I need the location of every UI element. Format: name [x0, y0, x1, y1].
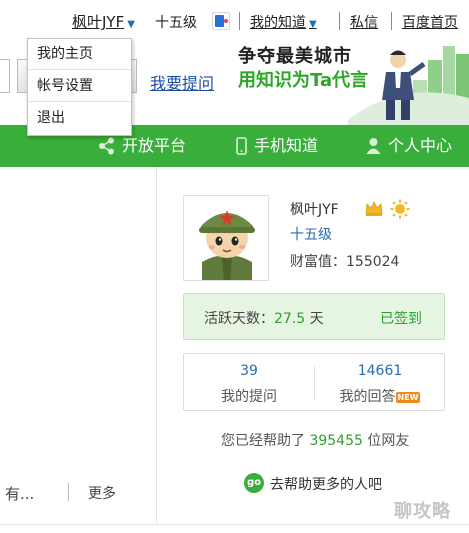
helped-count: 395455 — [309, 433, 363, 449]
ask-question-link[interactable]: 我要提问 — [150, 70, 214, 94]
menu-item-logout[interactable]: 退出 — [28, 103, 131, 134]
profile-level-link[interactable]: 十五级 — [290, 224, 332, 244]
banner-headline: 争夺最美城市 — [238, 46, 352, 67]
divider — [339, 12, 340, 30]
crown-icon — [365, 201, 383, 216]
user-dropdown-menu: 我的主页 帐号设置 退出 — [27, 38, 132, 136]
mobile-phone-icon — [236, 137, 247, 155]
promo-banner[interactable]: 争夺最美城市 用知识为Ta代言 — [228, 40, 469, 125]
avatar[interactable] — [183, 195, 269, 281]
my-knowledge-label[interactable]: 我的知道 — [250, 15, 306, 31]
divider — [68, 483, 69, 501]
soldier-avatar-image — [199, 210, 255, 280]
active-days: 活跃天数：27.5 天 — [204, 308, 324, 328]
divider — [391, 12, 392, 30]
baidu-home-link[interactable]: 百度首页 — [402, 12, 458, 32]
wealth-label: 财富值： — [290, 254, 346, 270]
divider — [0, 524, 469, 525]
more-link[interactable]: 更多 — [88, 483, 116, 503]
checked-in-status[interactable]: 已签到 — [380, 308, 422, 328]
profile-name: 枫叶JYF — [290, 202, 339, 218]
person-icon — [366, 138, 381, 154]
help-more-link[interactable]: 去帮助更多的人吧 — [270, 474, 382, 494]
go-icon[interactable]: go — [244, 473, 264, 493]
user-level: 十五级 — [155, 15, 197, 31]
activity-panel: 活跃天数：27.5 天 已签到 — [183, 293, 445, 340]
sun-icon — [390, 199, 410, 219]
active-days-value: 27.5 — [274, 311, 306, 327]
top-bar: 枫叶JYF ▼ 十五级 我的知道 ▼ 私信 百度首页 — [0, 0, 469, 40]
active-days-unit: 天 — [309, 311, 324, 327]
questions-count[interactable]: 39 — [184, 363, 314, 379]
banner-subline: 用知识为Ta代言 — [238, 70, 369, 91]
chevron-down-icon[interactable]: ▼ — [127, 19, 135, 30]
profile-wealth: 财富值：155024 — [290, 251, 399, 271]
truncated-item[interactable]: 有... — [5, 483, 34, 504]
nav-personal-center[interactable]: 个人中心 — [388, 125, 452, 167]
menu-item-account-settings[interactable]: 帐号设置 — [28, 71, 131, 102]
search-input[interactable] — [0, 59, 10, 93]
my-knowledge-menu[interactable]: 我的知道 ▼ — [250, 12, 317, 32]
wealth-value: 155024 — [346, 254, 400, 270]
chevron-down-icon[interactable]: ▼ — [309, 19, 317, 30]
stats-panel: 39 我的提问 14661 我的回答 NEW — [183, 353, 445, 411]
new-badge: NEW — [395, 391, 421, 403]
helped-summary: 您已经帮助了 395455 位网友 — [221, 430, 409, 450]
username-menu[interactable]: 枫叶JYF ▼ — [72, 11, 135, 32]
my-questions-link[interactable]: 我的提问 — [184, 386, 314, 406]
baidu-hi-icon[interactable] — [212, 12, 230, 30]
menu-item-my-homepage[interactable]: 我的主页 — [28, 39, 131, 70]
share-icon — [99, 137, 114, 155]
nav-mobile-knowledge[interactable]: 手机知道 — [254, 125, 318, 167]
messages-link[interactable]: 私信 — [350, 12, 378, 32]
active-days-label: 活跃天数： — [204, 311, 274, 327]
divider — [239, 12, 240, 30]
helped-suffix: 位网友 — [367, 433, 410, 449]
helped-prefix: 您已经帮助了 — [221, 433, 305, 449]
my-answers-link[interactable]: 我的回答 NEW — [315, 386, 445, 406]
watermark: 聊攻略 — [394, 501, 451, 522]
left-panel: 有... 更多 — [0, 167, 157, 524]
username-label[interactable]: 枫叶JYF — [72, 13, 124, 31]
answers-count[interactable]: 14661 — [315, 363, 445, 379]
my-answers-label[interactable]: 我的回答 — [340, 389, 396, 405]
